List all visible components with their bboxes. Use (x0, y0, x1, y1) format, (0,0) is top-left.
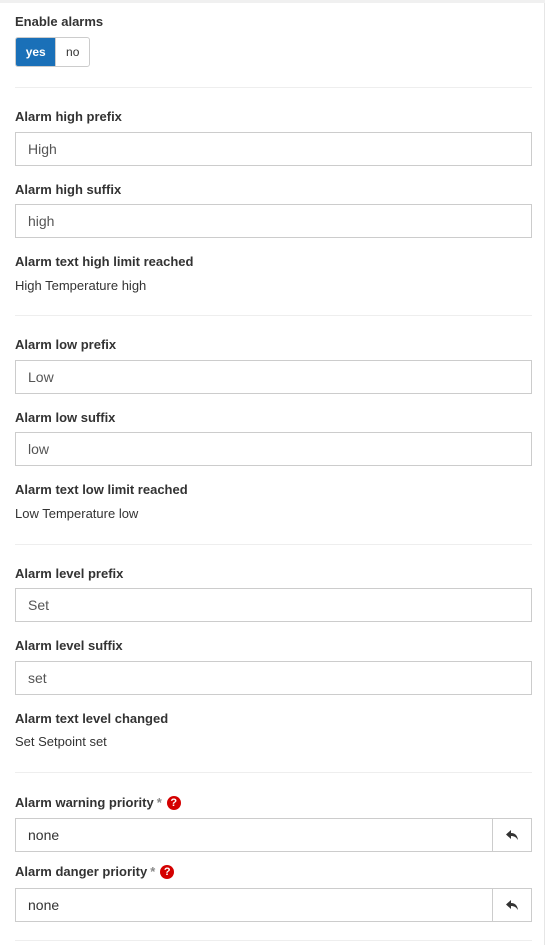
alarm-level-suffix-input[interactable] (15, 661, 532, 695)
alarm-level-prefix-input[interactable] (15, 588, 532, 622)
alarm-text-high-value: High Temperature high (15, 278, 147, 293)
alarm-warning-priority-value[interactable]: none (16, 819, 492, 851)
alarm-text-low-label: Alarm text low limit reached (15, 482, 188, 497)
undo-arrow-icon (506, 830, 518, 840)
alarm-low-prefix-input[interactable] (15, 360, 532, 394)
alarm-danger-priority-value[interactable]: none (16, 889, 492, 921)
alarm-level-suffix-label: Alarm level suffix (15, 638, 123, 653)
divider (15, 544, 532, 545)
alarm-danger-priority-select[interactable]: none (15, 888, 532, 922)
divider (15, 940, 532, 941)
top-border (0, 0, 545, 3)
enable-alarms-no-button[interactable]: no (55, 38, 89, 66)
enable-alarms-label: Enable alarms (15, 14, 104, 29)
divider (15, 315, 532, 316)
required-mark: * (156, 795, 162, 810)
required-mark: * (150, 864, 156, 879)
alarm-high-prefix-input[interactable] (15, 132, 532, 166)
alarm-text-level-value: Set Setpoint set (15, 734, 107, 749)
alarm-danger-priority-label: Alarm danger priority *? (15, 864, 175, 879)
question-circle-icon[interactable]: ? (160, 865, 175, 879)
alarm-low-suffix-input[interactable] (15, 432, 532, 466)
alarm-text-low-value: Low Temperature low (15, 506, 139, 521)
enable-alarms-toggle[interactable]: yes no (15, 37, 90, 67)
alarm-settings-panel: Enable alarms yes no Alarm high prefix A… (0, 0, 545, 945)
alarm-danger-priority-label-text: Alarm danger priority (15, 864, 148, 879)
alarm-warning-priority-label-text: Alarm warning priority (15, 795, 154, 810)
alarm-low-prefix-label: Alarm low prefix (15, 337, 117, 352)
alarm-text-level-label: Alarm text level changed (15, 711, 169, 726)
alarm-warning-priority-reset-button[interactable] (492, 819, 531, 851)
question-circle-icon[interactable]: ? (166, 796, 181, 810)
alarm-low-suffix-label: Alarm low suffix (15, 410, 116, 425)
alarm-high-suffix-input[interactable] (15, 204, 532, 238)
alarm-high-prefix-label: Alarm high prefix (15, 109, 122, 124)
alarm-danger-priority-reset-button[interactable] (492, 889, 531, 921)
divider (15, 772, 532, 773)
alarm-level-prefix-label: Alarm level prefix (15, 566, 124, 581)
alarm-warning-priority-label: Alarm warning priority *? (15, 795, 181, 810)
undo-arrow-icon (506, 900, 518, 910)
alarm-warning-priority-select[interactable]: none (15, 818, 532, 852)
enable-alarms-yes-button[interactable]: yes (16, 38, 56, 66)
alarm-high-suffix-label: Alarm high suffix (15, 182, 122, 197)
alarm-text-high-label: Alarm text high limit reached (15, 254, 194, 269)
divider (15, 87, 532, 88)
